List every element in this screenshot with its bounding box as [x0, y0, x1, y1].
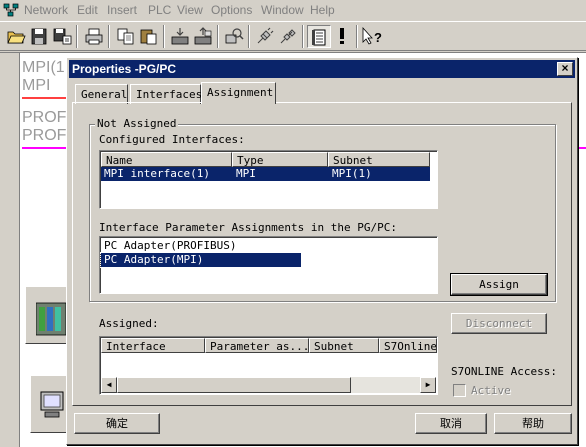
menu-bar: Network Edit Insert PLC View Options Win… — [0, 0, 586, 20]
column-header-interface[interactable]: Interface — [101, 338, 205, 353]
column-header-parameter[interactable]: Parameter as... — [205, 338, 309, 353]
scroll-left-icon[interactable]: ◀ — [101, 377, 117, 393]
menu-window[interactable]: Window — [261, 3, 304, 17]
dialog-title: Properties -PG/PC — [72, 62, 177, 76]
param-assignments-label-text: Interface Parameter Assignments in the P… — [99, 221, 398, 234]
list-item[interactable]: PC Adapter(PROFIBUS) — [101, 239, 301, 253]
toolbar-separator — [217, 25, 219, 48]
tab-interfaces-label: Interfaces — [136, 88, 203, 101]
tab-general-label: General — [81, 88, 128, 101]
tab-assignment[interactable]: Assignment — [201, 82, 276, 104]
properties-panel-icon[interactable] — [307, 25, 331, 48]
row-subnet-cell: MPI(1) — [332, 167, 372, 180]
row-type-cell: MPI — [236, 167, 256, 180]
ok-button-label: 确定 — [106, 417, 128, 430]
assign-button[interactable]: Assign — [450, 273, 548, 296]
app-icon[interactable] — [3, 3, 19, 17]
menu-network[interactable]: Network — [24, 3, 68, 17]
menu-insert[interactable]: Insert — [107, 3, 137, 17]
svg-text:?: ? — [374, 30, 382, 45]
toolbar-separator — [76, 25, 78, 48]
save-disk-icon[interactable] — [27, 25, 51, 48]
scrollbar-thumb[interactable] — [117, 377, 351, 393]
column-header-name[interactable]: Name — [101, 152, 232, 167]
s7online-access-label: S7ONLINE Access: — [451, 365, 557, 378]
tab-interfaces[interactable]: Interfaces — [130, 84, 203, 104]
open-folder-icon[interactable] — [4, 25, 28, 48]
upload-icon[interactable] — [191, 25, 215, 48]
tab-assignment-label: Assignment — [207, 86, 274, 99]
not-assigned-group-title: Not Assigned — [95, 117, 179, 130]
profibus-subnet-line[interactable] — [22, 147, 68, 149]
properties-dialog: Properties -PG/PC × General Interfaces A… — [66, 57, 578, 445]
disconnect-button[interactable]: Disconnect — [451, 313, 547, 334]
help-button[interactable]: 帮助 — [494, 413, 572, 434]
assignment-tab-panel: Not Assigned Configured Interfaces: Name… — [72, 102, 572, 406]
plug-icon[interactable] — [253, 25, 277, 48]
pg-pc-station[interactable] — [30, 375, 68, 433]
unplug-icon[interactable] — [276, 25, 300, 48]
active-checkbox[interactable] — [453, 384, 466, 397]
toolbar-separator — [302, 25, 304, 48]
menu-plc[interactable]: PLC — [148, 3, 171, 17]
copy-icon[interactable] — [114, 25, 138, 48]
close-icon[interactable]: × — [557, 62, 573, 76]
mpi-subnet-line[interactable] — [22, 97, 68, 99]
subnet-mpi-label-2: MPI — [22, 77, 51, 94]
column-header-type[interactable]: Type — [232, 152, 328, 167]
assigned-label: Assigned: — [99, 317, 159, 330]
menu-view[interactable]: View — [177, 3, 203, 17]
assigned-list[interactable]: Interface Parameter as... Subnet S7Onlin… — [99, 336, 438, 395]
horizontal-scrollbar[interactable]: ◀ ▶ — [101, 377, 436, 393]
toolbar-separator — [163, 25, 165, 48]
context-help-icon[interactable]: ? — [360, 25, 384, 48]
menu-options[interactable]: Options — [211, 3, 252, 17]
save-compile-icon[interactable] — [50, 25, 74, 48]
configured-interfaces-list[interactable]: Name Type Subnet MPI interface(1) MPI MP… — [99, 150, 438, 209]
scroll-right-icon[interactable]: ▶ — [420, 377, 436, 393]
menu-edit[interactable]: Edit — [77, 3, 98, 17]
column-header-subnet[interactable]: Subnet — [328, 152, 430, 167]
help-button-label: 帮助 — [522, 417, 544, 430]
menu-help[interactable]: Help — [310, 3, 335, 17]
toolbar-separator — [356, 25, 358, 48]
plc-station[interactable] — [25, 286, 67, 344]
canvas-left-panel — [0, 53, 20, 447]
assign-button-label: Assign — [479, 278, 519, 291]
print-icon[interactable] — [82, 25, 106, 48]
table-row[interactable]: MPI interface(1) MPI MPI(1) — [101, 167, 430, 181]
tab-general[interactable]: General — [75, 84, 128, 104]
active-checkbox-label: Active — [471, 384, 511, 397]
column-header-subnet[interactable]: Subnet — [309, 338, 379, 353]
network-search-icon[interactable] — [222, 25, 246, 48]
paste-icon[interactable] — [137, 25, 161, 48]
toolbar-separator — [248, 25, 250, 48]
configured-interfaces-label: Configured Interfaces: — [99, 133, 245, 146]
disconnect-button-label: Disconnect — [465, 317, 533, 330]
column-header-s7online[interactable]: S7Online — [379, 338, 437, 353]
toolbar: ? — [0, 21, 586, 51]
computer-icon — [40, 391, 64, 418]
download-icon[interactable] — [168, 25, 192, 48]
param-assignments-label: Interface Parameter Assignments in the P… — [99, 221, 397, 234]
subnet-mpi-label: MPI(1 — [22, 59, 65, 76]
plc-rack-icon — [36, 302, 66, 336]
cancel-button[interactable]: 取消 — [415, 413, 487, 434]
param-assignments-list[interactable]: PC Adapter(PROFIBUS) PC Adapter(MPI) — [99, 236, 438, 294]
subnet-profibus-label: PROF — [22, 109, 67, 126]
toolbar-separator — [108, 25, 110, 48]
row-name-cell: MPI interface(1) — [104, 167, 210, 180]
profibus-subnet-line-right[interactable] — [578, 147, 586, 149]
subnet-profibus-label-2: PROF — [22, 127, 67, 144]
dialog-titlebar[interactable]: Properties -PG/PC × — [69, 60, 575, 78]
cancel-button-label: 取消 — [440, 417, 462, 430]
list-item-selected[interactable]: PC Adapter(MPI) — [100, 252, 302, 268]
ok-button[interactable]: 确定 — [74, 413, 160, 434]
exclamation-icon[interactable] — [330, 25, 354, 48]
